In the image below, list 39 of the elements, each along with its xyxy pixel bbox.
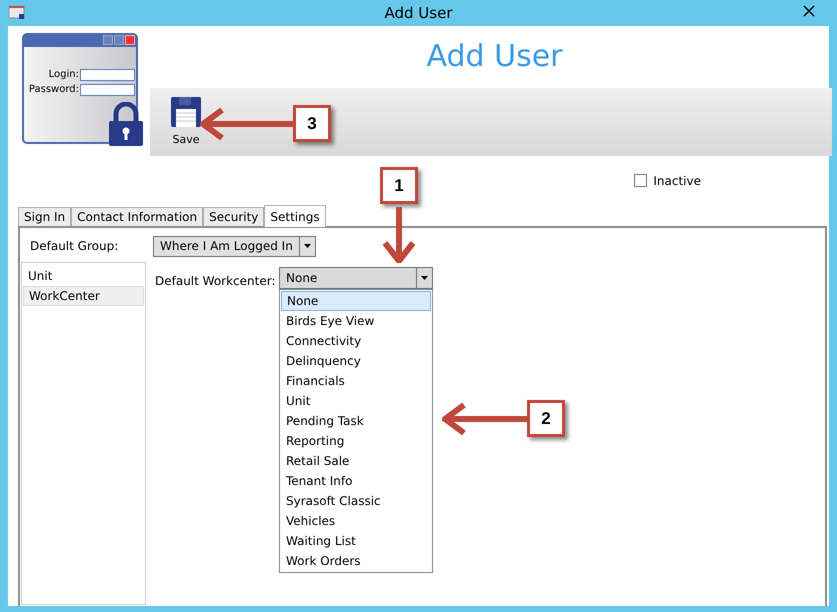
dropdown-option[interactable]: Syrasoft Classic: [281, 491, 431, 511]
default-workcenter-dropdown[interactable]: None: [279, 267, 433, 289]
dropdown-option[interactable]: Work Orders: [281, 551, 431, 571]
dropdown-option[interactable]: Pending Task: [281, 411, 431, 431]
dropdown-option[interactable]: Unit: [281, 391, 431, 411]
default-group-dropdown[interactable]: Where I Am Logged In: [153, 236, 316, 256]
tab[interactable]: Settings: [264, 205, 326, 227]
page-title: Add User: [426, 38, 562, 76]
dropdown-option[interactable]: Waiting List: [281, 531, 431, 551]
arrow-icon: [442, 402, 528, 436]
dropdown-option[interactable]: Vehicles: [281, 511, 431, 531]
tab[interactable]: Security: [203, 207, 264, 226]
dropdown-option[interactable]: Reporting: [281, 431, 431, 451]
callout-number: 1: [380, 167, 418, 204]
inactive-label: Inactive: [653, 172, 701, 190]
caret-icon: [304, 244, 311, 248]
list-item[interactable]: WorkCenter: [23, 286, 144, 306]
default-workcenter-label: Default Workcenter:: [155, 273, 276, 290]
window-title: Add User: [384, 2, 452, 24]
save-button[interactable]: Save: [168, 96, 204, 148]
close-icon[interactable]: [803, 5, 815, 17]
arrow-icon: [200, 107, 294, 141]
dropdown-option[interactable]: Delinquency: [281, 351, 431, 371]
caret-icon: [421, 276, 428, 280]
tab[interactable]: Contact Information: [71, 207, 204, 226]
callout-number: 3: [293, 105, 331, 142]
list-item[interactable]: Unit: [23, 266, 144, 286]
dropdown-option[interactable]: Financials: [281, 371, 431, 391]
dropdown-option[interactable]: Retail Sale: [281, 451, 431, 471]
tab[interactable]: Sign In: [18, 207, 72, 226]
dropdown-option[interactable]: Birds Eye View: [281, 311, 431, 331]
dropdown-option[interactable]: Connectivity: [281, 331, 431, 351]
arrow-icon: [382, 207, 416, 263]
login-window-drawing: Login: Password:: [22, 33, 144, 146]
app-icon: [9, 6, 25, 20]
dropdown-option[interactable]: Tenant Info: [281, 471, 431, 491]
dropdown-option[interactable]: None: [281, 291, 431, 311]
default-group-label: Default Group:: [29, 238, 120, 255]
callout-number: 2: [527, 400, 565, 437]
